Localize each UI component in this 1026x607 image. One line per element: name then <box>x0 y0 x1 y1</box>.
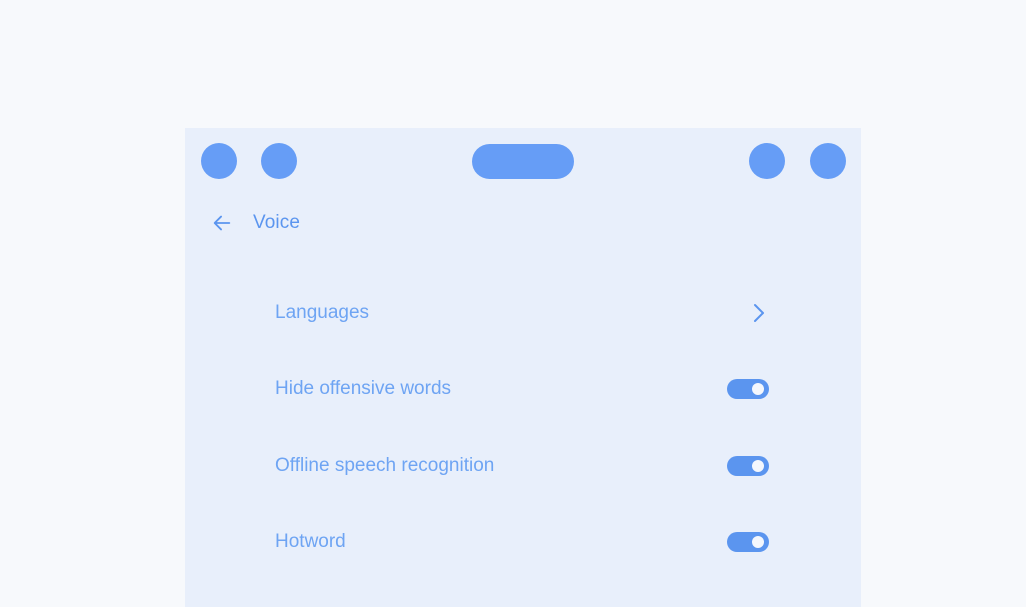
setting-label: Offline speech recognition <box>275 455 495 476</box>
settings-screen: Voice Languages Hide offensive words Off… <box>185 128 861 607</box>
setting-hotword[interactable]: Hotword <box>275 520 769 564</box>
toggle-knob <box>752 536 764 548</box>
app-header: Voice <box>209 208 300 238</box>
status-circle-3 <box>749 143 785 179</box>
hide-offensive-words-toggle[interactable] <box>727 379 769 399</box>
toggle-knob <box>752 460 764 472</box>
arrow-left-icon <box>213 215 231 231</box>
status-circle-1 <box>201 143 237 179</box>
setting-label: Languages <box>275 302 370 323</box>
setting-hide-offensive-words[interactable]: Hide offensive words <box>275 367 769 411</box>
chevron-right-icon <box>749 300 769 326</box>
setting-languages[interactable]: Languages <box>275 291 769 335</box>
offline-speech-recognition-toggle[interactable] <box>727 456 769 476</box>
page-title: Voice <box>253 212 300 233</box>
status-pill <box>472 144 574 179</box>
setting-offline-speech-recognition[interactable]: Offline speech recognition <box>275 444 769 488</box>
status-circle-2 <box>261 143 297 179</box>
page-background: Voice Languages Hide offensive words Off… <box>9 0 1019 607</box>
toggle-knob <box>752 383 764 395</box>
setting-label: Hotword <box>275 531 346 552</box>
back-button[interactable] <box>209 210 235 236</box>
setting-label: Hide offensive words <box>275 378 452 399</box>
hotword-toggle[interactable] <box>727 532 769 552</box>
status-circle-4 <box>810 143 846 179</box>
